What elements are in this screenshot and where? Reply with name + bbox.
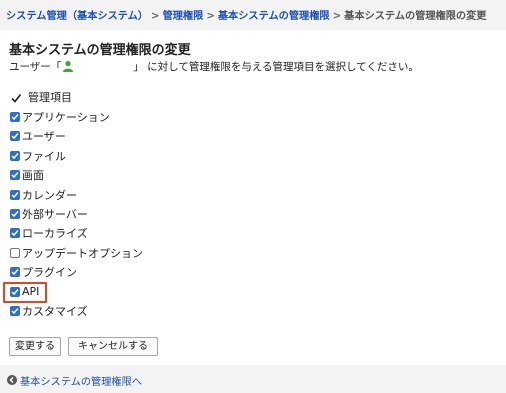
privilege-item-customize[interactable]: カスタマイズ (10, 301, 143, 320)
list-header: 管理項目 (10, 88, 143, 107)
privilege-item-localize[interactable]: ローカライズ (10, 224, 143, 243)
privilege-item-plugin[interactable]: プラグイン (10, 263, 143, 282)
privilege-label: プラグイン (22, 266, 77, 280)
privilege-label: 画面 (22, 169, 44, 183)
checkbox[interactable] (10, 209, 20, 220)
checkbox[interactable] (10, 131, 20, 142)
checkbox[interactable] (10, 112, 20, 123)
breadcrumb-link-basic-system-privileges[interactable]: 基本システムの管理権限 (218, 11, 330, 22)
user-icon (63, 61, 74, 72)
privilege-label: カスタマイズ (22, 304, 88, 318)
breadcrumb-link-system-admin[interactable]: システム管理（基本システム） (6, 11, 148, 22)
privilege-item-calendar[interactable]: カレンダー (10, 185, 143, 204)
checkmark-icon (11, 93, 22, 103)
privilege-item-screen[interactable]: 画面 (10, 166, 143, 185)
privilege-list: 管理項目 アプリケーション ユーザー ファイル 画面 カレンダー 外部サーバー … (3, 88, 143, 321)
privilege-item-update-option[interactable]: アップデートオプション (10, 243, 143, 262)
checkbox[interactable] (10, 170, 20, 181)
privilege-item-file[interactable]: ファイル (10, 146, 143, 165)
breadcrumb-separator: > (151, 11, 160, 22)
breadcrumb-separator: > (332, 11, 342, 22)
page-description: ユーザー「 」 に対して管理権限を与える管理項目を選択してください。 (9, 59, 419, 74)
description-suffix: 」 に対して管理権限を与える管理項目を選択してください。 (133, 61, 419, 73)
checkbox[interactable] (10, 247, 20, 258)
privilege-label: ファイル (22, 149, 66, 163)
breadcrumb-current: 基本システムの管理権限の変更 (344, 11, 487, 22)
back-link[interactable]: 基本システムの管理権限へ (20, 373, 142, 388)
breadcrumb-separator: > (206, 11, 215, 22)
breadcrumb-link-admin-privileges[interactable]: 管理権限 (163, 11, 204, 22)
checkbox[interactable] (10, 150, 20, 161)
privilege-item-application[interactable]: アプリケーション (10, 107, 143, 126)
privilege-label: ローカライズ (22, 227, 88, 241)
privilege-item-external-server[interactable]: 外部サーバー (10, 204, 143, 223)
submit-button[interactable]: 変更する (9, 337, 61, 356)
checkbox[interactable] (10, 305, 20, 316)
footer: 基本システムの管理権限へ (0, 365, 506, 393)
privilege-label: アップデートオプション (22, 246, 143, 260)
privilege-item-user[interactable]: ユーザー (10, 127, 143, 146)
highlight-box (3, 281, 47, 303)
privilege-label: ユーザー (22, 130, 66, 144)
privilege-item-api[interactable]: API (3, 281, 143, 303)
breadcrumb: システム管理（基本システム） > 管理権限 > 基本システムの管理権限 > 基本システムの管… (0, 0, 506, 30)
description-prefix: ユーザー「 (9, 61, 62, 73)
privilege-label: 外部サーバー (22, 208, 88, 222)
privilege-label: アプリケーション (22, 111, 110, 125)
checkbox[interactable] (10, 189, 20, 200)
cancel-button[interactable]: キャンセルする (68, 337, 158, 356)
privilege-label: カレンダー (22, 188, 77, 202)
page-title: 基本システムの管理権限の変更 (9, 43, 191, 58)
back-arrow-icon[interactable] (7, 375, 17, 385)
checkbox[interactable] (10, 228, 20, 239)
checkbox[interactable] (10, 267, 20, 278)
list-header-label: 管理項目 (28, 91, 72, 105)
